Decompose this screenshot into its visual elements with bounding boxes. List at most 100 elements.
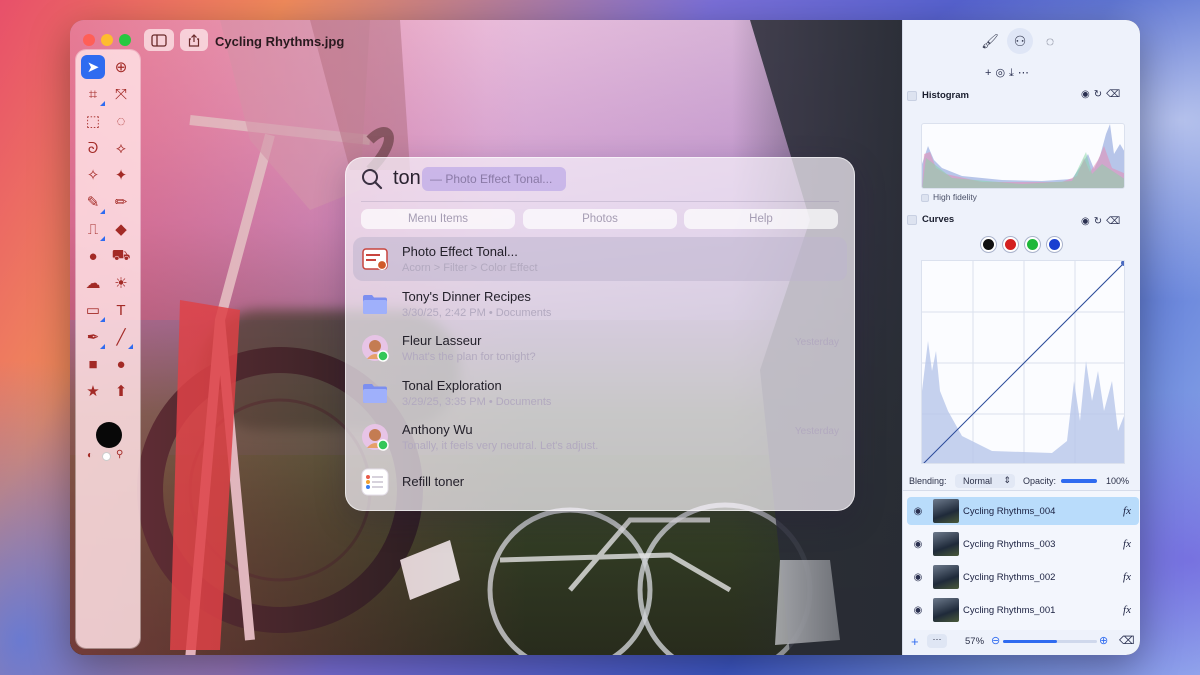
layers-panel-tab[interactable]: ◌ (1037, 28, 1063, 54)
move-tool[interactable]: ➤ (81, 55, 105, 79)
swap-colors-icon[interactable]: ◐ (87, 450, 93, 461)
paint-bucket-tool[interactable]: ⛟ (109, 244, 133, 268)
rect-select-tool[interactable]: ⬚ (81, 109, 105, 133)
pencil-tool[interactable]: ✏ (109, 190, 133, 214)
search-divider (361, 201, 839, 202)
share-button[interactable] (180, 29, 208, 51)
person-tool[interactable]: ● (81, 244, 105, 268)
poly-lasso-tool[interactable]: ⟡ (109, 136, 133, 160)
brush-tool[interactable]: ✎ (81, 190, 105, 214)
arrow-shape-tool[interactable]: ⬆ (109, 379, 133, 403)
transform-tool[interactable]: ⤧ (109, 82, 133, 106)
line-tool[interactable]: ╱ (109, 325, 133, 349)
spotlight-result[interactable]: Tony's Dinner Recipes 3/30/25, 2:42 PM • … (353, 282, 847, 326)
more-icon[interactable]: ⋯ (1018, 67, 1033, 79)
layer-thumbnail (933, 598, 959, 622)
layer-fx-button[interactable]: fx (1123, 571, 1131, 583)
visibility-eye-icon[interactable]: ◉ (1081, 89, 1094, 100)
clone-tool[interactable]: ⎍ (81, 217, 105, 241)
layer-row[interactable]: ◉ Cycling Rhythms_002 fx (907, 563, 1139, 591)
dodge-tool[interactable]: ☁ (81, 271, 105, 295)
layer-fx-button[interactable]: fx (1123, 604, 1131, 616)
scope-help[interactable]: Help (684, 209, 838, 229)
histogram-controls: ◉↻⌫ (1081, 89, 1124, 100)
layer-options-icon[interactable]: ⋯ (927, 634, 947, 648)
plus-icon[interactable]: + (985, 67, 995, 79)
channel-dot-2[interactable] (1025, 237, 1040, 252)
download-icon[interactable]: ⤓ (1009, 67, 1018, 79)
background-color-well[interactable] (102, 452, 111, 461)
target-icon[interactable]: ◎ (995, 67, 1009, 79)
layers-list: ◉ Cycling Rhythms_004 fx ◉ Cycling Rhythms_0… (903, 490, 1140, 630)
channel-dot-1[interactable] (1003, 237, 1018, 252)
trash-icon[interactable]: ⌫ (1106, 216, 1124, 227)
high-fidelity-checkbox[interactable] (921, 194, 929, 202)
minimize-window-button[interactable] (101, 34, 113, 46)
histogram-enable-checkbox[interactable] (907, 91, 917, 101)
spotlight-search-input[interactable]: ton (393, 167, 421, 190)
layer-fx-button[interactable]: fx (1123, 538, 1131, 550)
gradient-tool[interactable]: ▭ (81, 298, 105, 322)
ellipse-shape-tool[interactable]: ● (109, 352, 133, 376)
spotlight-result[interactable]: Fleur Lasseur What's the plan for tonight… (353, 326, 847, 370)
crop-tool[interactable]: ⌗ (81, 82, 105, 106)
trash-icon[interactable]: ⌫ (1106, 89, 1124, 100)
scope-photos[interactable]: Photos (523, 209, 677, 229)
star-shape-tool[interactable]: ★ (81, 379, 105, 403)
autocomplete-suggestion[interactable]: — Photo Effect Tonal... (422, 167, 566, 191)
spotlight-result[interactable]: Refill toner (353, 460, 847, 504)
filled-rect-icon: ■ (88, 355, 98, 373)
spotlight-result[interactable]: Tonal Exploration 3/29/25, 3:35 PM • Docu… (353, 371, 847, 415)
rect-shape-tool[interactable]: ■ (81, 352, 105, 376)
curves-enable-checkbox[interactable] (907, 215, 917, 225)
zoom-window-button[interactable] (119, 34, 131, 46)
sun-tool[interactable]: ☀ (109, 271, 133, 295)
layer-row[interactable]: ◉ Cycling Rhythms_003 fx (907, 530, 1139, 558)
visibility-eye-icon[interactable]: ◉ (907, 572, 929, 583)
reset-icon[interactable]: ↻ (1094, 89, 1106, 100)
blend-mode-select[interactable]: Normal ⇕ (955, 474, 1015, 488)
blend-mode-value: Normal (963, 476, 993, 486)
visibility-eye-icon[interactable]: ◉ (907, 539, 929, 550)
add-layer-icon[interactable]: + (911, 634, 919, 649)
layer-fx-button[interactable]: fx (1123, 505, 1131, 517)
text-tool[interactable]: T (109, 298, 133, 322)
layer-row[interactable]: ◉ Cycling Rhythms_004 fx (907, 497, 1139, 525)
channel-dot-0[interactable] (981, 237, 996, 252)
dashed-circle-icon: ◌ (116, 112, 126, 130)
trash-icon[interactable]: ⌫ (1119, 634, 1135, 647)
zoom-tool[interactable]: ⊕ (109, 55, 133, 79)
channel-dot-3[interactable] (1047, 237, 1062, 252)
visibility-eye-icon[interactable]: ◉ (1081, 216, 1094, 227)
sidebar-toggle-button[interactable] (144, 29, 174, 51)
eraser-tool[interactable]: ◆ (109, 217, 133, 241)
pen-tool[interactable]: ✒ (81, 325, 105, 349)
magic-wand-tool[interactable]: ✧ (81, 163, 105, 187)
curves-graph[interactable] (921, 260, 1125, 464)
zoom-out-icon[interactable]: ⊖ (991, 634, 1000, 647)
brush-panel-tab[interactable]: 🖌 (977, 28, 1003, 54)
filter-menu-icon (362, 248, 388, 271)
magic-select-tool[interactable]: ✦ (109, 163, 133, 187)
adjustments-panel-tab[interactable]: ⚇ (1007, 28, 1033, 54)
close-window-button[interactable] (83, 34, 95, 46)
zoom-slider[interactable] (1003, 640, 1097, 643)
eyedropper-icon[interactable]: ⚲ (116, 449, 123, 460)
visibility-eye-icon[interactable]: ◉ (907, 605, 929, 616)
opacity-slider[interactable] (1061, 479, 1097, 483)
folder-icon (363, 294, 387, 314)
ellipse-select-tool[interactable]: ◌ (109, 109, 133, 133)
lasso-tool[interactable]: ᘐ (81, 136, 105, 160)
paintbrush-icon: 🖌 (981, 32, 999, 49)
reset-icon[interactable]: ↻ (1094, 216, 1106, 227)
spotlight-result[interactable]: Anthony Wu Tonally, it feels very neutral… (353, 415, 847, 459)
foreground-color-well[interactable] (96, 422, 122, 448)
sidebar-icon (151, 33, 167, 47)
scope-menu-items[interactable]: Menu Items (361, 209, 515, 229)
layer-name: Cycling Rhythms_004 (963, 505, 1056, 517)
layer-row[interactable]: ◉ Cycling Rhythms_001 fx (907, 596, 1139, 624)
spotlight-result[interactable]: Photo Effect Tonal... Acorn > Filter > Co… (353, 237, 847, 281)
zoom-in-icon[interactable]: ⊕ (1099, 634, 1108, 647)
cloud-sun-icon: ☁ (85, 275, 101, 292)
visibility-eye-icon[interactable]: ◉ (907, 506, 929, 517)
